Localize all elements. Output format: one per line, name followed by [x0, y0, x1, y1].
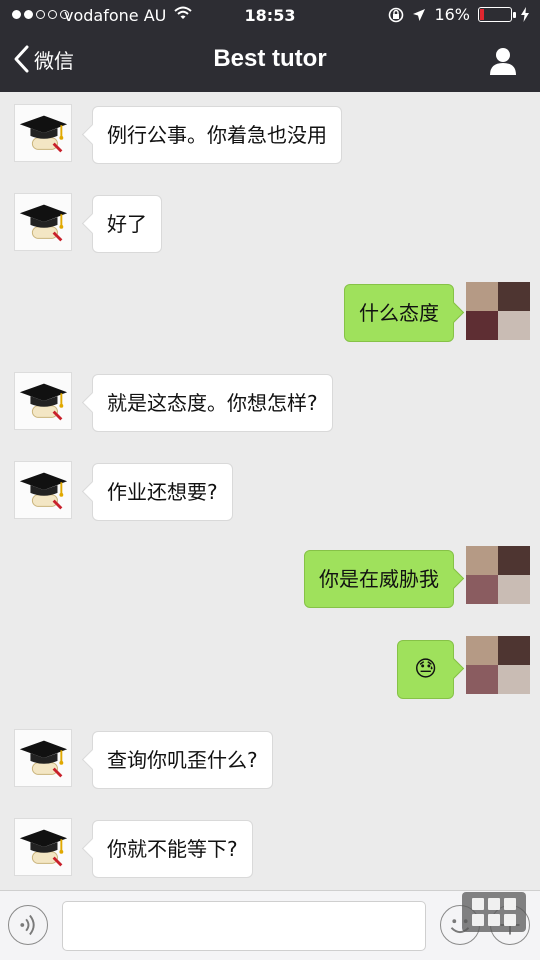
outgoing-message[interactable]: 你是在威胁我: [304, 550, 454, 608]
keypad-icon[interactable]: [462, 892, 526, 932]
incoming-message[interactable]: 例行公事。你着急也没用: [92, 106, 342, 164]
tutor-avatar[interactable]: [14, 818, 72, 876]
tutor-avatar[interactable]: [14, 461, 72, 519]
incoming-message[interactable]: 查询你叽歪什么?: [92, 731, 273, 789]
status-bar: vodafone AU 18:53 16%: [0, 0, 540, 32]
input-bar: [0, 890, 540, 960]
incoming-message[interactable]: 好了: [92, 195, 162, 253]
top-bar: vodafone AU 18:53 16% 微信 Best tutor: [0, 0, 540, 92]
my-avatar[interactable]: [466, 282, 530, 340]
graduation-cap-icon: [19, 115, 68, 153]
incoming-message[interactable]: 作业还想要?: [92, 463, 233, 521]
nav-bar: 微信 Best tutor: [0, 32, 540, 92]
outgoing-message[interactable]: 什么态度: [344, 284, 454, 342]
incoming-message[interactable]: 你就不能等下?: [92, 820, 253, 878]
message-input[interactable]: [62, 901, 426, 951]
my-avatar[interactable]: [466, 636, 530, 694]
voice-icon: [20, 914, 35, 936]
graduation-cap-icon: [19, 740, 68, 778]
graduation-cap-icon: [19, 383, 68, 421]
my-avatar[interactable]: [466, 546, 530, 604]
voice-button[interactable]: [8, 905, 48, 945]
tutor-avatar[interactable]: [14, 193, 72, 251]
status-right: 16%: [388, 5, 530, 24]
graduation-cap-icon: [19, 829, 68, 867]
person-icon[interactable]: [488, 46, 518, 76]
battery-icon: [478, 7, 516, 22]
incoming-message[interactable]: 就是这态度。你想怎样?: [92, 374, 333, 432]
chat-title: Best tutor: [213, 45, 327, 72]
outgoing-emoji-message[interactable]: 😓: [397, 640, 454, 699]
tutor-avatar[interactable]: [14, 372, 72, 430]
tutor-avatar[interactable]: [14, 104, 72, 162]
battery-percent: 16%: [434, 5, 470, 24]
graduation-cap-icon: [19, 472, 68, 510]
tutor-avatar[interactable]: [14, 729, 72, 787]
graduation-cap-icon: [19, 204, 68, 242]
charging-bolt-icon: [521, 7, 529, 22]
sweat-face-emoji: 😓: [414, 657, 437, 682]
location-arrow-icon: [413, 8, 426, 21]
rotation-lock-icon: [389, 7, 404, 22]
